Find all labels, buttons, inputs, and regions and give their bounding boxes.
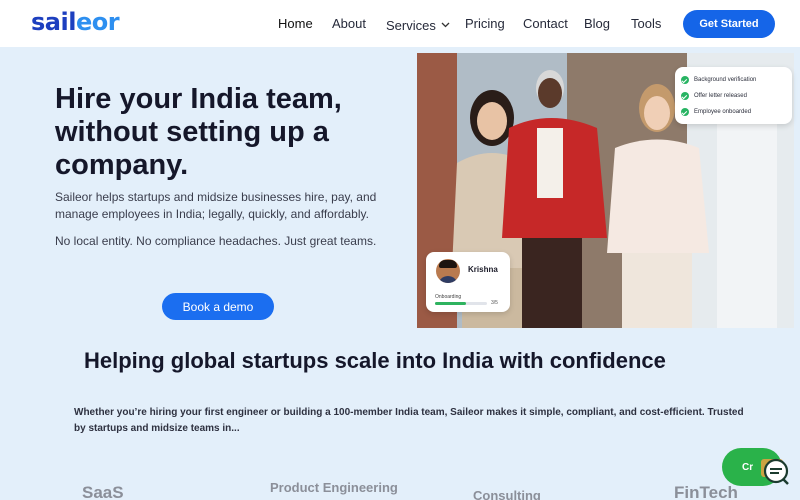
nav-pricing[interactable]: Pricing bbox=[465, 16, 505, 31]
category-saas: SaaS bbox=[82, 483, 124, 500]
get-started-button[interactable]: Get Started bbox=[683, 10, 775, 38]
nav-home[interactable]: Home bbox=[278, 16, 313, 31]
check-circle-icon bbox=[681, 92, 689, 100]
nav-services-label: Services bbox=[386, 18, 436, 33]
category-product-engineering: Product Engineering bbox=[270, 480, 398, 495]
hero-note: No local entity. No compliance headaches… bbox=[55, 234, 377, 248]
site-header: saileor Home About Services Pricing Cont… bbox=[0, 0, 800, 47]
checklist-item-label: Employee onboarded bbox=[694, 109, 752, 115]
check-circle-icon bbox=[681, 108, 689, 116]
chat-bubble-icon[interactable] bbox=[759, 455, 791, 487]
checklist-item-label: Background verification bbox=[694, 77, 757, 83]
check-circle-icon bbox=[681, 76, 689, 84]
nav-tools[interactable]: Tools bbox=[631, 16, 661, 31]
nav-contact[interactable]: Contact bbox=[523, 16, 568, 31]
section-description: Whether you’re hiring your first enginee… bbox=[74, 407, 744, 434]
onboarding-status: Onboarding bbox=[435, 294, 462, 300]
main-nav: Home About Services Pricing Contact Blog… bbox=[0, 16, 800, 33]
onboarding-progress-bar bbox=[435, 302, 487, 305]
hero-title: Hire your India team, without setting up… bbox=[55, 83, 342, 181]
book-demo-button[interactable]: Book a demo bbox=[162, 293, 274, 320]
checklist-item: Offer letter released bbox=[681, 88, 786, 104]
category-consulting: Consulting bbox=[473, 488, 541, 500]
nav-services[interactable]: Services bbox=[386, 16, 450, 33]
checklist-item: Background verification bbox=[681, 72, 786, 88]
chat-label: Cr bbox=[742, 461, 754, 473]
checklist-item-label: Offer letter released bbox=[694, 93, 747, 99]
avatar bbox=[436, 259, 460, 283]
category-fintech: FinTech bbox=[674, 483, 738, 500]
hero-description: Saileor helps startups and midsize busin… bbox=[55, 190, 377, 221]
checklist-item: Employee onboarded bbox=[681, 104, 786, 120]
employee-name: Krishna bbox=[468, 265, 498, 274]
progress-count: 3/5 bbox=[491, 300, 498, 306]
chevron-down-icon bbox=[441, 16, 450, 31]
onboarding-checklist-card: Background verification Offer letter rel… bbox=[675, 67, 792, 124]
nav-about[interactable]: About bbox=[332, 16, 366, 31]
section-title: Helping global startups scale into India… bbox=[84, 348, 666, 373]
nav-blog[interactable]: Blog bbox=[584, 16, 610, 31]
employee-profile-card: Krishna Onboarding 3/5 bbox=[426, 252, 510, 312]
progress-fill bbox=[435, 302, 467, 305]
